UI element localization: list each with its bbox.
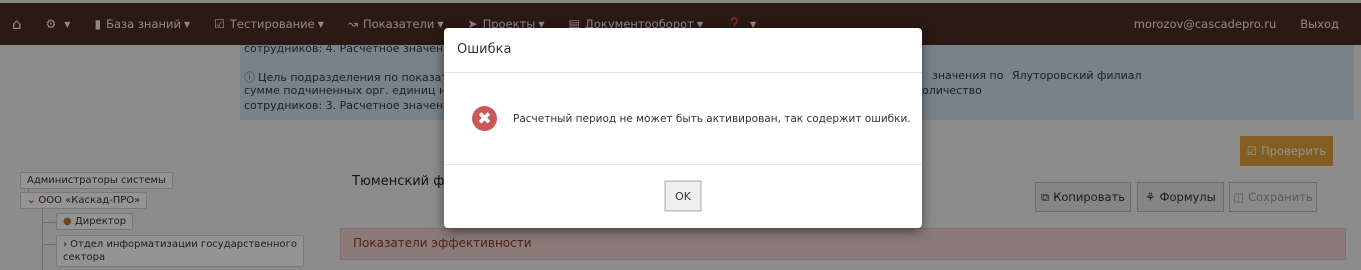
error-message: Расчетный период не может быть активиров… (513, 112, 911, 125)
dialog-footer: OK (444, 165, 922, 227)
dialog-header: Ошибка (444, 28, 922, 73)
ok-button[interactable]: OK (665, 181, 701, 211)
dialog-body: ✖ Расчетный период не может быть активир… (444, 73, 922, 165)
error-icon: ✖ (472, 106, 497, 131)
error-dialog: Ошибка ✖ Расчетный период не может быть … (444, 28, 922, 228)
dialog-title: Ошибка (457, 42, 512, 57)
